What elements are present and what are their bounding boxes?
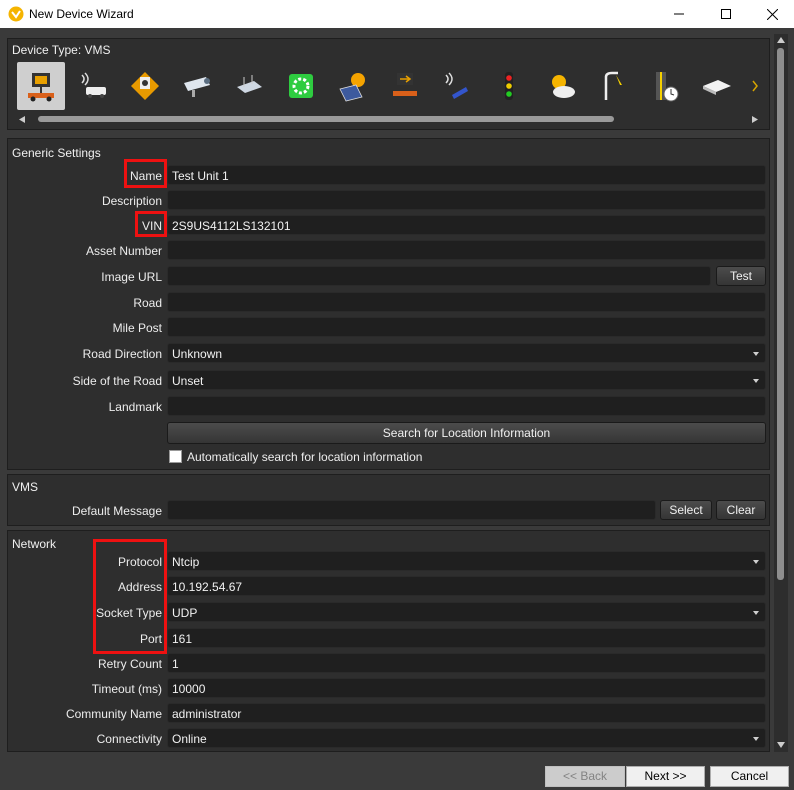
socket-type-label: Socket Type	[96, 606, 162, 620]
network-header: Network	[12, 537, 57, 551]
connectivity-label: Connectivity	[96, 732, 162, 746]
camera-sign-icon[interactable]	[121, 62, 169, 110]
scroll-down-icon[interactable]	[777, 742, 785, 748]
close-icon	[766, 8, 778, 20]
more-icon[interactable]	[745, 62, 765, 110]
select-button[interactable]: Select	[660, 500, 712, 520]
port-field[interactable]: 161	[167, 628, 766, 648]
landmark-label: Landmark	[108, 400, 162, 414]
search-location-button[interactable]: Search for Location Information	[167, 422, 766, 444]
scroll-up-icon[interactable]	[777, 37, 785, 43]
app-logo-icon	[8, 6, 24, 22]
address-label: Address	[117, 580, 162, 594]
address-field[interactable]: 10.192.54.67	[167, 576, 766, 596]
vms-trailer-icon[interactable]	[17, 62, 65, 110]
mile-post-field[interactable]	[167, 317, 766, 337]
router-icon[interactable]	[225, 62, 273, 110]
maximize-icon	[721, 9, 731, 19]
road-field[interactable]	[167, 292, 766, 312]
road-direction-select[interactable]: Unknown	[167, 343, 766, 363]
road-direction-label: Road Direction	[82, 347, 162, 361]
time-gate-icon[interactable]	[641, 62, 689, 110]
test-button[interactable]: Test	[716, 266, 766, 286]
scroll-right-icon[interactable]	[752, 116, 758, 123]
green-device-icon[interactable]	[277, 62, 325, 110]
asset-number-field[interactable]	[167, 240, 766, 260]
traffic-signal-icon[interactable]	[485, 62, 533, 110]
cctv-camera-icon[interactable]	[173, 62, 221, 110]
timeout-field[interactable]: 10000	[167, 678, 766, 698]
road-label: Road	[133, 296, 162, 310]
connectivity-select[interactable]: Online	[167, 728, 766, 748]
name-label: Name	[129, 169, 162, 183]
image-url-field[interactable]	[167, 266, 711, 286]
auto-search-checkbox[interactable]	[169, 450, 182, 463]
default-message-field[interactable]	[167, 500, 656, 520]
socket-type-select[interactable]: UDP	[167, 602, 766, 622]
generic-settings-header: Generic Settings	[12, 146, 101, 160]
default-message-label: Default Message	[71, 504, 162, 518]
maximize-button[interactable]	[703, 0, 749, 28]
solar-panel-icon[interactable]	[329, 62, 377, 110]
description-label: Description	[101, 194, 162, 208]
scroll-left-icon[interactable]	[19, 116, 25, 123]
main-scrollbar[interactable]	[774, 34, 788, 752]
image-url-label: Image URL	[101, 270, 162, 284]
minimize-button[interactable]	[656, 0, 702, 28]
main-scroll-thumb[interactable]	[777, 48, 784, 580]
cancel-button[interactable]: Cancel	[710, 766, 789, 787]
vin-label: VIN	[141, 219, 162, 233]
arrow-board-icon[interactable]	[381, 62, 429, 110]
street-light-icon[interactable]	[589, 62, 637, 110]
back-button[interactable]: << Back	[545, 766, 625, 787]
port-label: Port	[139, 632, 162, 646]
community-name-label: Community Name	[65, 707, 162, 721]
title-bar: New Device Wizard	[0, 0, 794, 28]
community-name-field[interactable]: administrator	[167, 703, 766, 723]
protocol-label: Protocol	[117, 555, 162, 569]
vms-header: VMS	[12, 480, 39, 494]
device-type-scroll-thumb[interactable]	[38, 116, 614, 122]
protocol-select[interactable]: Ntcip	[167, 551, 766, 571]
retry-count-field[interactable]: 1	[167, 653, 766, 673]
minimize-icon	[674, 13, 684, 15]
weather-icon[interactable]	[537, 62, 585, 110]
side-of-road-label: Side of the Road	[72, 374, 162, 388]
device-type-scrollbar[interactable]	[16, 112, 764, 126]
vin-field[interactable]: 2S9US4112LS132101	[167, 215, 766, 235]
next-button[interactable]: Next >>	[626, 766, 705, 787]
sensor-icon[interactable]	[433, 62, 481, 110]
name-field[interactable]: Test Unit 1	[167, 165, 766, 185]
auto-search-label: Automatically search for location inform…	[187, 450, 423, 464]
asset-number-label: Asset Number	[85, 244, 162, 258]
side-of-road-select[interactable]: Unset	[167, 370, 766, 390]
timeout-label: Timeout (ms)	[91, 682, 162, 696]
close-button[interactable]	[749, 0, 794, 28]
description-field[interactable]	[167, 190, 766, 210]
radar-vehicle-icon[interactable]	[69, 62, 117, 110]
clear-button[interactable]: Clear	[716, 500, 766, 520]
landmark-field[interactable]	[167, 396, 766, 416]
retry-count-label: Retry Count	[97, 657, 162, 671]
switch-icon[interactable]	[693, 62, 741, 110]
mile-post-label: Mile Post	[112, 321, 162, 335]
device-type-header: Device Type: VMS	[12, 43, 111, 57]
window-title: New Device Wizard	[29, 7, 134, 21]
